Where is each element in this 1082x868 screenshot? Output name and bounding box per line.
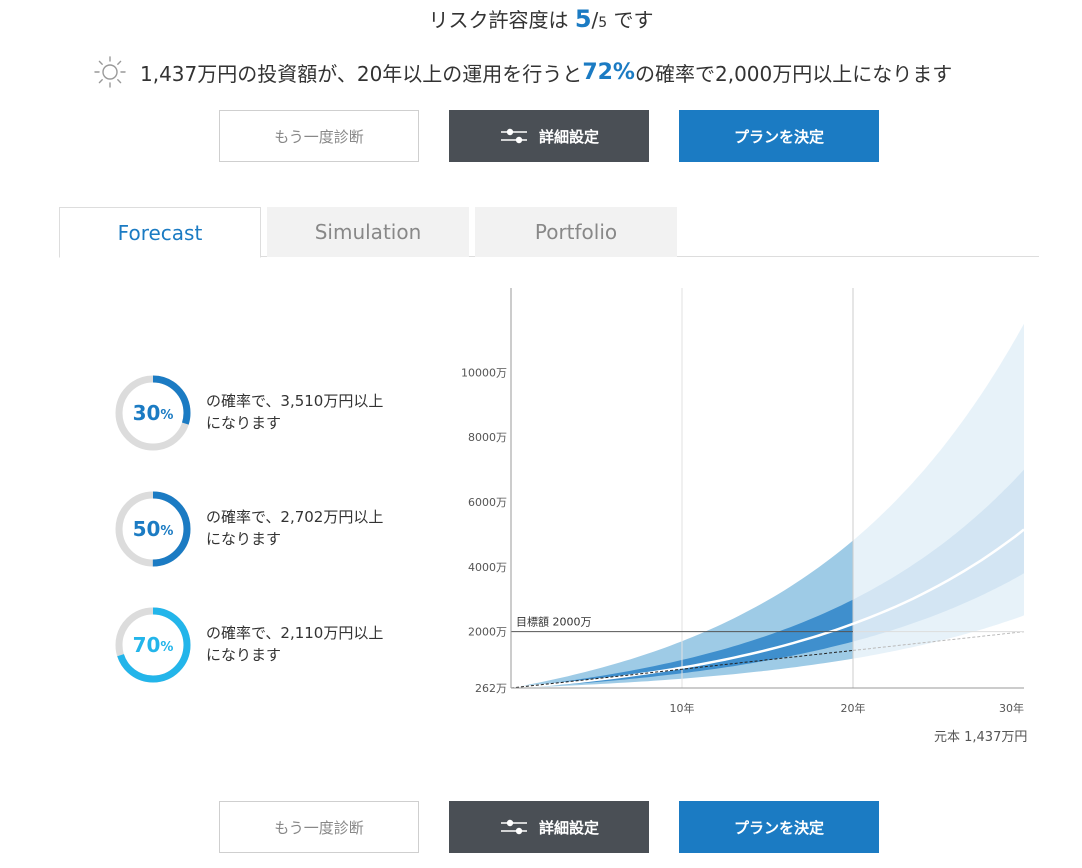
principal-label: 元本 1,437万円 [934, 730, 1028, 745]
x-tick-label-2: 30年 [999, 701, 1024, 715]
x-tick-label-1: 20年 [841, 701, 866, 715]
page: リスク許容度は 5/5 です 1,437万円の投資額が、20年以上の運用を行うと… [0, 0, 1082, 868]
probability-description-30: の確率で、3,510万円以上 になります [206, 392, 384, 432]
decide-plan-button-bottom[interactable]: プランを決定 [679, 801, 879, 853]
action-buttons-bottom: もう一度診断 詳細設定 プランを決定 [219, 801, 879, 853]
tab-forecast[interactable]: Forecast [59, 207, 261, 258]
tab-simulation-label: Simulation [314, 220, 422, 244]
probability-value-70: 70% [132, 633, 174, 657]
tab-simulation[interactable]: Simulation [267, 207, 469, 257]
target-label: 目標額 2000万 [516, 615, 592, 629]
y-tick-label-5: 10000万 [461, 366, 507, 379]
retry-diagnosis-button-bottom[interactable]: もう一度診断 [219, 801, 419, 853]
y-tick-label-0: 262万 [475, 682, 507, 695]
retry-diagnosis-button[interactable]: もう一度診断 [219, 110, 419, 162]
probability-value-30: 30% [132, 401, 174, 425]
detail-label-bottom: 詳細設定 [538, 818, 599, 837]
plan-label-bottom: プランを決定 [733, 818, 824, 837]
probability-value-50: 50% [132, 517, 174, 541]
summary-probability: 72% [582, 59, 635, 85]
risk-prefix: リスク許容度は [428, 8, 569, 32]
retry-label: もう一度診断 [274, 127, 364, 146]
y-tick-label-3: 6000万 [468, 496, 507, 509]
y-tick-label-1: 2000万 [468, 626, 507, 639]
probability-description-70: の確率で、2,110万円以上 になります [206, 624, 384, 664]
tab-portfolio[interactable]: Portfolio [475, 207, 677, 257]
x-tick-label-0: 10年 [670, 701, 695, 715]
risk-value: 5 [574, 5, 592, 33]
forecast-summary: 1,437万円の投資額が、20年以上の運用を行うと 72% の確率で2,000万円以… [92, 54, 1052, 90]
sliders-icon [500, 128, 527, 144]
plan-label: プランを決定 [733, 127, 824, 146]
action-buttons-top: もう一度診断 詳細設定 プランを決定 [219, 110, 879, 162]
probability-item-70: 70% の確率で、2,110万円以上 になります [114, 606, 434, 686]
probability-description-50: の確率で、2,702万円以上 になります [206, 508, 384, 548]
detail-label: 詳細設定 [538, 127, 599, 146]
probability-item-30: 30% の確率で、3,510万円以上 になります [114, 374, 434, 454]
decide-plan-button[interactable]: プランを決定 [679, 110, 879, 162]
detail-settings-button-bottom[interactable]: 詳細設定 [449, 801, 649, 853]
y-tick-label-2: 4000万 [468, 561, 507, 574]
retry-label-bottom: もう一度診断 [274, 818, 364, 837]
risk-tolerance-heading: リスク許容度は 5/5 です [0, 4, 1082, 33]
summary-text-2: の確率で2,000万円以上になります [634, 61, 953, 86]
tab-forecast-label: Forecast [117, 220, 203, 245]
sliders-icon [500, 819, 527, 835]
tab-portfolio-label: Portfolio [534, 220, 618, 244]
summary-text-1: 1,437万円の投資額が、20年以上の運用を行うと [140, 61, 583, 86]
view-tabs: Forecast Simulation Portfolio [59, 207, 1039, 258]
forecast-chart: 目標額 2000万 262万 2000万 4000万 6000万 8000万 10000万 1… [461, 288, 1025, 715]
risk-max: 5 [598, 15, 608, 31]
risk-suffix: です [613, 8, 654, 32]
detail-settings-button[interactable]: 詳細設定 [449, 110, 649, 162]
y-tick-label-4: 8000万 [468, 431, 507, 444]
sun-icon [94, 56, 126, 88]
probability-item-50: 50% の確率で、2,702万円以上 になります [114, 490, 434, 570]
